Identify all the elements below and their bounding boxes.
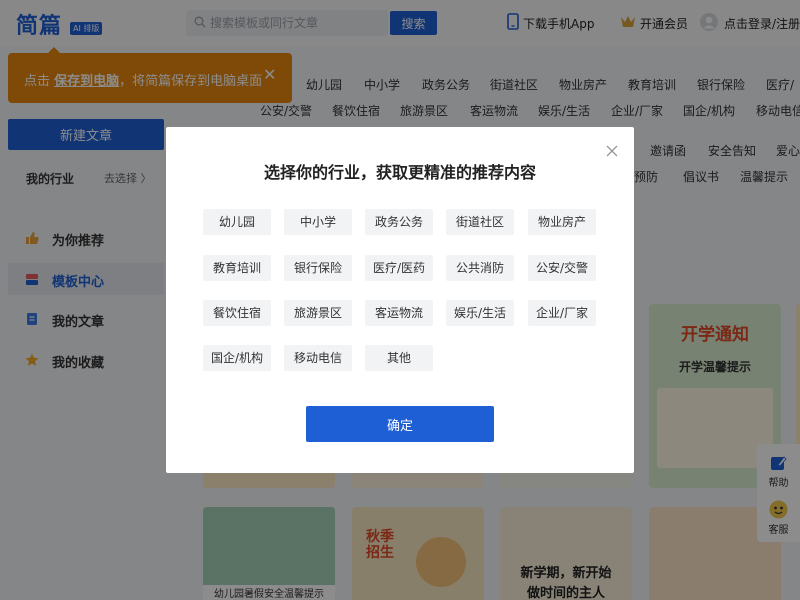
industry-option[interactable]: 企业/厂家: [528, 300, 596, 326]
industry-option[interactable]: 娱乐/生活: [446, 300, 514, 326]
industry-select-dialog: 选择你的行业，获取更精准的推荐内容 幼儿园 中小学 政务公务 街道社区 物业房产…: [166, 127, 634, 473]
close-icon[interactable]: [606, 145, 618, 157]
industry-option[interactable]: 医疗/医药: [365, 255, 433, 281]
industry-option[interactable]: 旅游景区: [284, 300, 352, 326]
industry-option[interactable]: 中小学: [284, 209, 352, 235]
industry-option[interactable]: 教育培训: [203, 255, 271, 281]
dialog-title: 选择你的行业，获取更精准的推荐内容: [263, 163, 536, 182]
industry-option[interactable]: 街道社区: [446, 209, 514, 235]
confirm-button[interactable]: 确定: [306, 406, 494, 442]
industry-option[interactable]: 公安/交警: [528, 255, 596, 281]
industry-option[interactable]: 移动电信: [284, 345, 352, 371]
industry-option[interactable]: 客运物流: [365, 300, 433, 326]
industry-option[interactable]: 银行保险: [284, 255, 352, 281]
industry-option[interactable]: 政务公务: [365, 209, 433, 235]
industry-option[interactable]: 餐饮住宿: [203, 300, 271, 326]
industry-option[interactable]: 国企/机构: [203, 345, 271, 371]
industry-option[interactable]: 公共消防: [446, 255, 514, 281]
industry-option[interactable]: 物业房产: [528, 209, 596, 235]
industry-option[interactable]: 幼儿园: [203, 209, 271, 235]
industry-option[interactable]: 其他: [365, 345, 433, 371]
